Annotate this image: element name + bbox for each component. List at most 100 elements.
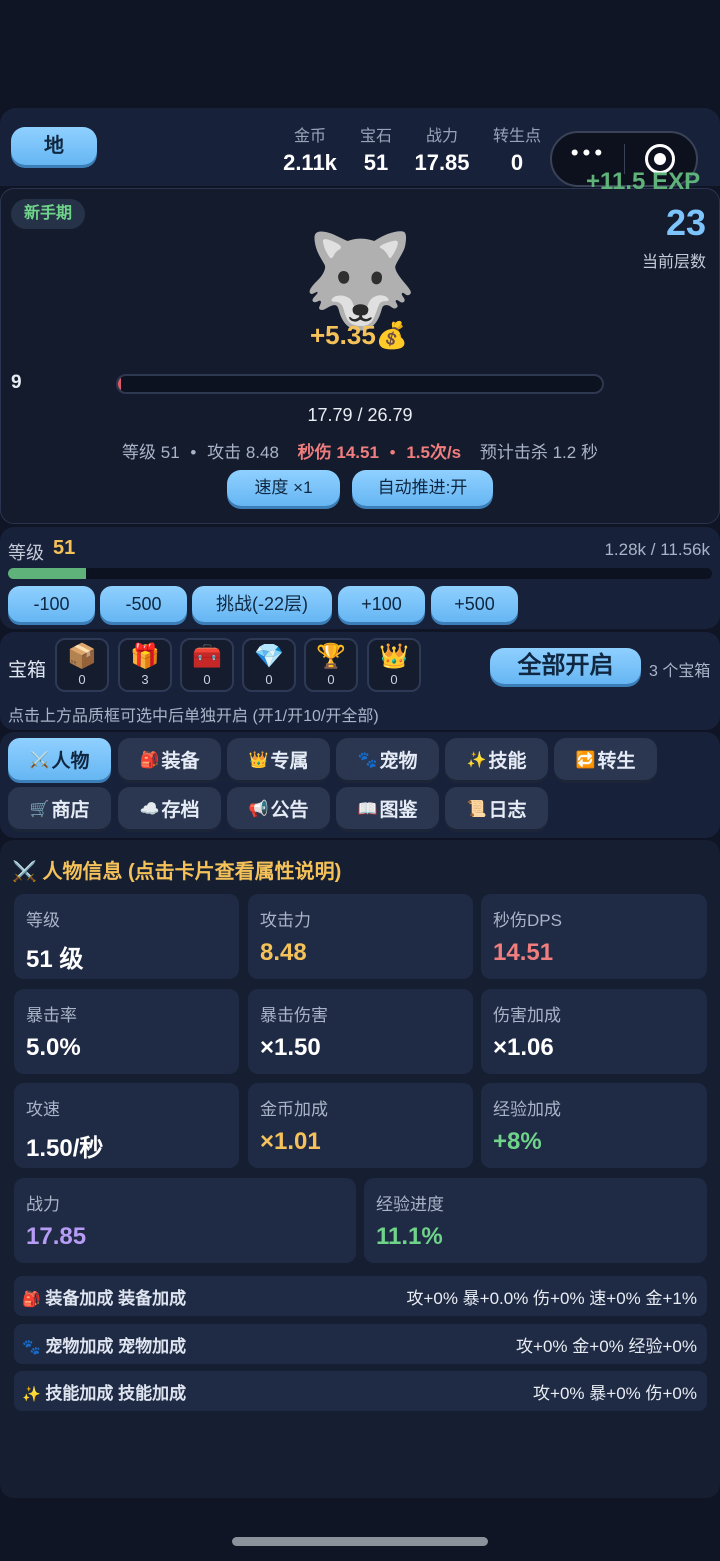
repeat-icon: 🔁 — [575, 749, 596, 769]
info-dot-2: • — [389, 443, 396, 462]
stat-gem-label: 宝石 — [359, 128, 392, 145]
tab-character[interactable]: ⚔️ 人物 — [8, 738, 111, 780]
level-minus-500-button[interactable]: -500 — [100, 586, 187, 622]
chest-slot-toolbox[interactable]: 🧰 0 — [180, 638, 234, 692]
stat-card-crit-rate[interactable]: 暴击率 5.0% — [14, 989, 239, 1074]
stat-card-label: 秒伤DPS — [493, 911, 562, 930]
stat-card-value: 11.1% — [376, 1223, 443, 1250]
stat-gold-label: 金币 — [293, 128, 326, 145]
current-floor-value: 23 — [665, 202, 706, 243]
chest-slot-gift[interactable]: 🎁 3 — [118, 638, 172, 692]
stat-power-value: 17.85 — [414, 150, 470, 175]
backpack-icon: 🎒 — [139, 749, 160, 769]
skill-bonus-row[interactable]: ✨ 技能加成 技能加成 攻+0% 暴+0% 伤+0% — [14, 1371, 707, 1411]
tab-label: 日志 — [488, 799, 527, 821]
more-icon[interactable]: ••• — [565, 144, 609, 164]
tab-label: 专属 — [270, 750, 309, 772]
tab-skills[interactable]: ✨ 技能 — [445, 738, 548, 780]
home-indicator[interactable] — [232, 1537, 488, 1546]
monster-hp-fill — [118, 376, 121, 392]
stat-card-label: 暴击伤害 — [260, 1006, 328, 1025]
challenge-button[interactable]: 挑战(-22层) — [192, 586, 332, 622]
info-kill: 预计击杀 1.2 秒 — [479, 443, 598, 462]
equipment-bonus-row[interactable]: 🎒 装备加成 装备加成 攻+0% 暴+0.0% 伤+0% 速+0% 金+1% — [14, 1276, 707, 1316]
pet-bonus-row[interactable]: 🐾 宠物加成 宠物加成 攻+0% 金+0% 经验+0% — [14, 1324, 707, 1364]
chest-slot-crown[interactable]: 👑 0 — [367, 638, 421, 692]
current-floor-label: 当前层数 — [641, 254, 706, 271]
info-dot: • — [190, 443, 197, 462]
stat-card-label: 经验加成 — [493, 1100, 561, 1119]
stat-gem-value: 51 — [363, 150, 389, 175]
paw-icon: 🐾 — [22, 1337, 41, 1356]
chest-hint: 点击上方品质框可选中后单独开启 (开1/开10/开全部) — [8, 708, 379, 725]
tab-announcement[interactable]: 📢 公告 — [227, 787, 330, 829]
stat-card-value: ×1.01 — [260, 1128, 321, 1155]
level-plus-500-button[interactable]: +500 — [431, 586, 518, 622]
book-icon: 📖 — [357, 798, 378, 818]
bonus-label-text: 宠物加成 宠物加成 — [45, 1336, 187, 1356]
tab-label: 公告 — [270, 799, 309, 821]
stat-gold: 金币 2.11k — [270, 122, 350, 176]
tab-save[interactable]: ☁️ 存档 — [118, 787, 221, 829]
bonus-label-text: 装备加成 装备加成 — [45, 1288, 187, 1308]
location-button[interactable]: 地 — [11, 127, 97, 165]
auto-advance-button[interactable]: 自动推进:开 — [352, 470, 493, 506]
tab-exclusive[interactable]: 👑 专属 — [227, 738, 330, 780]
left-counter: 9 — [11, 372, 22, 393]
tab-label: 宠物 — [379, 750, 418, 772]
sparkles-icon: ✨ — [466, 749, 487, 769]
stat-card-label: 攻击力 — [260, 911, 311, 930]
stat-card-value: 8.48 — [260, 939, 307, 966]
tab-label: 存档 — [161, 799, 200, 821]
chest-count: 0 — [78, 672, 86, 687]
stat-card-label: 战力 — [26, 1195, 60, 1214]
stat-rebirth-value: 0 — [510, 150, 524, 175]
bonus-label-text: 技能加成 技能加成 — [45, 1383, 187, 1403]
stat-card-attack[interactable]: 攻击力 8.48 — [248, 894, 473, 979]
tab-rebirth[interactable]: 🔁 转生 — [554, 738, 657, 780]
tab-pets[interactable]: 🐾 宠物 — [336, 738, 439, 780]
stat-card-level[interactable]: 等级 51 级 — [14, 894, 239, 979]
stat-card-attack-speed[interactable]: 攻速 1.50/秒 — [14, 1083, 239, 1168]
speed-button[interactable]: 速度 ×1 — [227, 470, 340, 506]
stat-gold-value: 2.11k — [283, 150, 337, 175]
gold-gain-text: +5.35💰 — [310, 320, 409, 350]
stat-card-exp-bonus[interactable]: 经验加成 +8% — [481, 1083, 707, 1168]
stat-card-label: 暴击率 — [26, 1006, 77, 1025]
trophy-icon: 🏆 — [316, 642, 346, 670]
stat-card-dps[interactable]: 秒伤DPS 14.51 — [481, 894, 707, 979]
tab-label: 技能 — [488, 750, 527, 772]
battle-info-line: 等级 51 • 攻击 8.48 秒伤 14.51 • 1.5次/s 预计击杀 1… — [0, 438, 720, 463]
stat-card-damage-bonus[interactable]: 伤害加成 ×1.06 — [481, 989, 707, 1074]
info-dps: 秒伤 14.51 — [297, 443, 379, 462]
level-exp-fill — [8, 568, 87, 579]
tab-equipment[interactable]: 🎒 装备 — [118, 738, 221, 780]
stat-card-value: 17.85 — [26, 1223, 87, 1250]
pet-bonus-label: 🐾 宠物加成 宠物加成 — [22, 1332, 186, 1357]
monster-hp-text: 17.79 / 26.79 — [307, 405, 413, 425]
chest-slot-trophy[interactable]: 🏆 0 — [304, 638, 358, 692]
stat-card-label: 经验进度 — [376, 1195, 444, 1214]
chest-count: 0 — [203, 672, 211, 687]
stat-card-value: 1.50/秒 — [26, 1135, 104, 1162]
stat-card-gold-bonus[interactable]: 金币加成 ×1.01 — [248, 1083, 473, 1168]
tab-shop[interactable]: 🛒 商店 — [8, 787, 111, 829]
chest-slot-diamond[interactable]: 💎 0 — [242, 638, 296, 692]
tab-codex[interactable]: 📖 图鉴 — [336, 787, 439, 829]
open-all-button[interactable]: 全部开启 — [490, 648, 641, 684]
tab-log[interactable]: 📜 日志 — [445, 787, 548, 829]
sparkles-icon: ✨ — [22, 1384, 41, 1403]
chest-slot-common[interactable]: 📦 0 — [55, 638, 109, 692]
equipment-bonus-value: 攻+0% 暴+0.0% 伤+0% 速+0% 金+1% — [406, 1288, 697, 1308]
stat-card-crit-damage[interactable]: 暴击伤害 ×1.50 — [248, 989, 473, 1074]
cloud-icon: ☁️ — [139, 798, 160, 818]
level-minus-100-button[interactable]: -100 — [8, 586, 95, 622]
level-exp-bar — [8, 568, 712, 579]
stat-card-power[interactable]: 战力 17.85 — [14, 1178, 356, 1263]
info-aps: 1.5次/s — [406, 443, 462, 462]
level-plus-100-button[interactable]: +100 — [338, 586, 425, 622]
stat-card-exp-progress[interactable]: 经验进度 11.1% — [364, 1178, 707, 1263]
equipment-bonus-label: 🎒 装备加成 装备加成 — [22, 1284, 186, 1309]
stat-rebirth: 转生点 0 — [482, 122, 552, 176]
exp-gain-text: +11.5 EXP — [586, 168, 701, 195]
